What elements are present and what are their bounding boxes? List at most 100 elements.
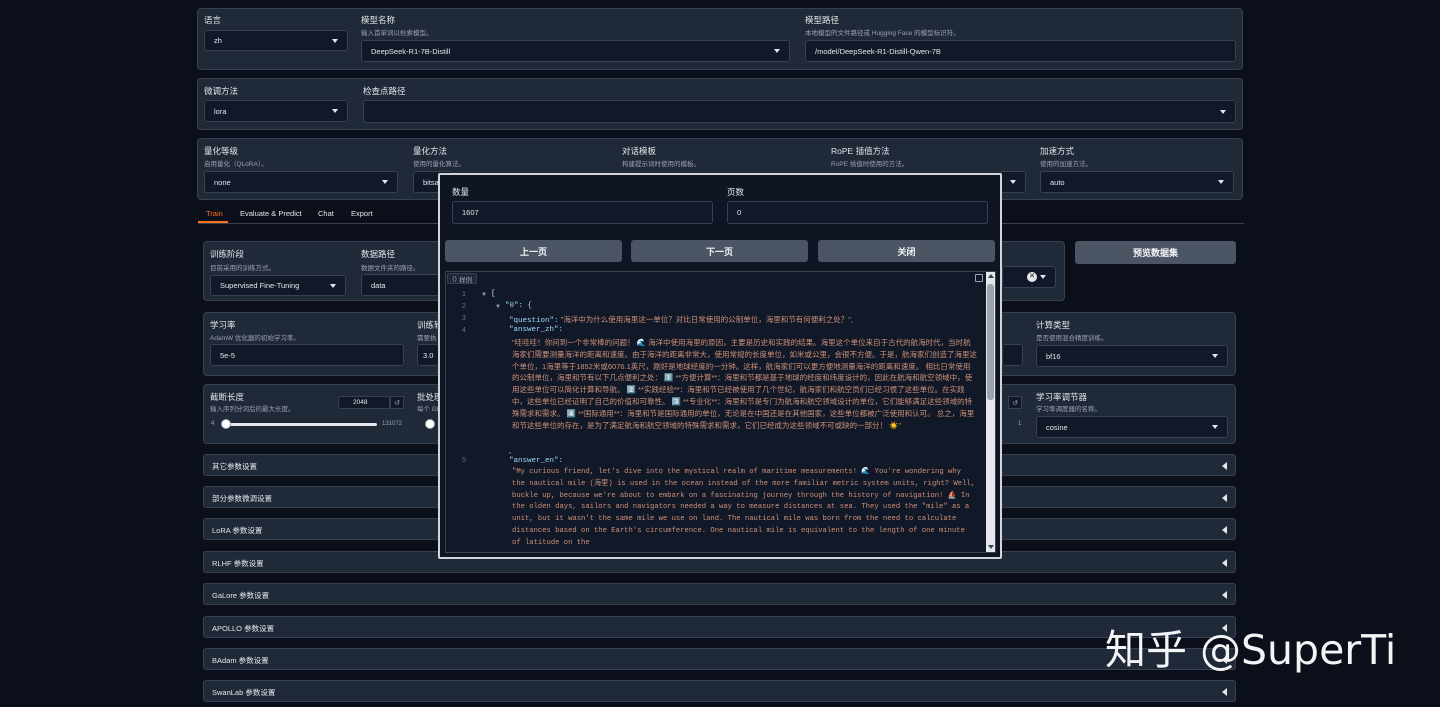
batch-slider-knob[interactable] xyxy=(425,419,435,429)
model-path-input[interactable]: /model/DeepSeek-R1-Distill-Qwen-7B xyxy=(805,40,1236,62)
accordion-title: 其它参数设置 xyxy=(212,462,257,471)
answer-zh-value: "哇哇哇！你问到一个非常棒的问题！ 🌊 海洋中使用海里的原因，主要是历史和实践的… xyxy=(512,338,977,430)
rope-dropdown[interactable] xyxy=(1000,171,1026,193)
batch-label: 批处理 xyxy=(417,392,439,402)
model-name-dropdown[interactable]: DeepSeek-R1-7B-Distill xyxy=(361,40,790,62)
model-path-sub: 本地模型的文件路径或 Hugging Face 的模型标识符。 xyxy=(805,30,960,37)
tab-evaluate[interactable]: Evaluate & Predict xyxy=(240,209,302,218)
collapse-triangle-icon[interactable]: ▼ xyxy=(481,292,487,298)
accordion-title: RLHF 参数设置 xyxy=(212,559,264,568)
tab-train[interactable]: Train xyxy=(206,209,223,218)
close-icon[interactable]: ✕ xyxy=(1027,272,1037,282)
accel-dropdown[interactable]: auto xyxy=(1040,171,1234,193)
lr-sub: AdamW 优化器的初始学习率。 xyxy=(210,335,300,342)
finetune-dropdown[interactable]: lora xyxy=(204,100,348,122)
line-number: 5 xyxy=(461,457,466,465)
lang-dropdown[interactable]: zh xyxy=(204,30,348,51)
right-slider-max: 1 xyxy=(1018,421,1022,427)
compute-dropdown[interactable]: bf16 xyxy=(1036,345,1228,367)
quant-dropdown[interactable]: none xyxy=(204,171,398,193)
next-page-button[interactable]: 下一页 xyxy=(631,240,808,262)
close-label: 关闭 xyxy=(897,246,916,257)
cutoff-max: 131072 xyxy=(382,421,403,427)
accordion-galore[interactable]: GaLore 参数设置 xyxy=(203,583,1236,605)
line-number: 2 xyxy=(461,303,466,311)
qmethod-sub: 使用的量化算法。 xyxy=(413,161,465,168)
sched-value: cosine xyxy=(1046,422,1068,432)
watermark: 知乎 @SuperTi xyxy=(1105,626,1397,674)
close-button[interactable]: 关闭 xyxy=(818,240,995,262)
lr-label: 学习率 xyxy=(210,320,236,330)
answer-zh-key: "answer_zh": xyxy=(509,326,564,334)
comma: , xyxy=(509,446,512,455)
chevron-left-icon xyxy=(1222,494,1227,502)
json-key-0: "0": { xyxy=(505,302,533,310)
chevron-down-icon xyxy=(1010,180,1016,184)
copy-icon[interactable] xyxy=(975,274,983,282)
scroll-down-arrow[interactable] xyxy=(988,545,994,549)
right-input[interactable] xyxy=(1002,344,1023,366)
chevron-down-icon xyxy=(1212,354,1218,358)
prev-page-button[interactable]: 上一页 xyxy=(445,240,622,262)
qmethod-value: bitsa xyxy=(423,177,439,187)
epochs-value: 3.0 xyxy=(423,350,434,360)
model-name-sub: 输入首单词以检索模型。 xyxy=(361,30,433,37)
scrollbar-thumb[interactable] xyxy=(987,284,994,400)
chevron-down-icon xyxy=(1218,180,1224,184)
line-number: 3 xyxy=(461,315,466,323)
sched-dropdown[interactable]: cosine xyxy=(1036,416,1228,438)
chevron-left-icon xyxy=(1222,526,1227,534)
stage-value: Supervised Fine-Tuning xyxy=(220,281,300,290)
cutoff-slider-knob[interactable] xyxy=(221,419,231,429)
json-open-bracket: [ xyxy=(491,290,496,298)
lr-input[interactable]: 5e-5 xyxy=(210,344,404,366)
epochs-label: 训练轮数 xyxy=(417,320,439,330)
chevron-left-icon xyxy=(1222,559,1227,567)
dataset-dropdown[interactable]: ✕ xyxy=(1002,266,1056,288)
lang-value: zh xyxy=(214,36,222,45)
chevron-down-icon xyxy=(1220,109,1226,114)
accordion-title: SwanLab 参数设置 xyxy=(212,688,276,697)
lang-label: 语言 xyxy=(204,15,222,25)
quant-label: 量化等级 xyxy=(204,146,239,156)
question-value: "海洋中为什么使用海里这一单位？对比日常使用的公制单位，海里和节有何便利之处？"… xyxy=(560,315,854,324)
page-value: 0 xyxy=(737,208,742,217)
accordion-badam[interactable]: BAdam 参数设置 xyxy=(203,648,1236,670)
ckpt-dropdown[interactable] xyxy=(363,100,1236,123)
epochs-sub: 需要执 xyxy=(417,335,437,342)
batch-sub: 每个 GPU xyxy=(417,406,439,413)
question-line: "question": "海洋中为什么使用海里这一单位？对比日常使用的公制单位，… xyxy=(509,314,853,325)
count-input[interactable]: 1607 xyxy=(452,201,713,224)
sched-label: 学习率调节器 xyxy=(1036,392,1088,402)
page-input[interactable]: 0 xyxy=(727,201,988,224)
cutoff-slider[interactable] xyxy=(221,423,377,426)
count-label: 数量 xyxy=(452,187,470,197)
reset-icon[interactable]: ↺ xyxy=(1008,396,1022,409)
preview-dataset-button[interactable]: 预览数据集 xyxy=(1075,241,1236,264)
line-number: 1 xyxy=(461,291,466,299)
collapse-triangle-icon[interactable]: ▼ xyxy=(495,304,501,310)
template-sub: 构建提示词时使用的模板。 xyxy=(622,161,700,168)
reset-icon[interactable]: ↺ xyxy=(390,396,404,409)
datadir-input[interactable]: data xyxy=(361,274,441,296)
cutoff-input[interactable]: 2048 xyxy=(338,396,390,409)
accordion-apollo[interactable]: APOLLO 参数设置 xyxy=(203,616,1236,638)
cutoff-min: 4 xyxy=(211,421,215,427)
chevron-down-icon xyxy=(332,38,338,43)
compute-sub: 是否使用混合精度训练。 xyxy=(1036,335,1108,342)
accel-value: auto xyxy=(1050,177,1065,187)
tab-export[interactable]: Export xyxy=(351,209,373,218)
stage-dropdown[interactable]: Supervised Fine-Tuning xyxy=(210,275,346,296)
model-path-label: 模型路径 xyxy=(805,15,840,25)
sched-sub: 学习率调度器的名称。 xyxy=(1036,406,1101,413)
rope-label: RoPE 插值方法 xyxy=(831,146,890,156)
scroll-up-arrow[interactable] xyxy=(988,274,994,278)
accordion-swanlab[interactable]: SwanLab 参数设置 xyxy=(203,680,1236,702)
chevron-down-icon xyxy=(1040,275,1046,279)
accel-label: 加速方式 xyxy=(1040,146,1075,156)
page-label: 页数 xyxy=(727,187,745,197)
prev-page-label: 上一页 xyxy=(519,246,547,257)
epochs-input[interactable]: 3.0 xyxy=(417,344,439,366)
model-name-value: DeepSeek-R1-7B-Distill xyxy=(371,46,451,56)
tab-chat[interactable]: Chat xyxy=(318,209,334,218)
